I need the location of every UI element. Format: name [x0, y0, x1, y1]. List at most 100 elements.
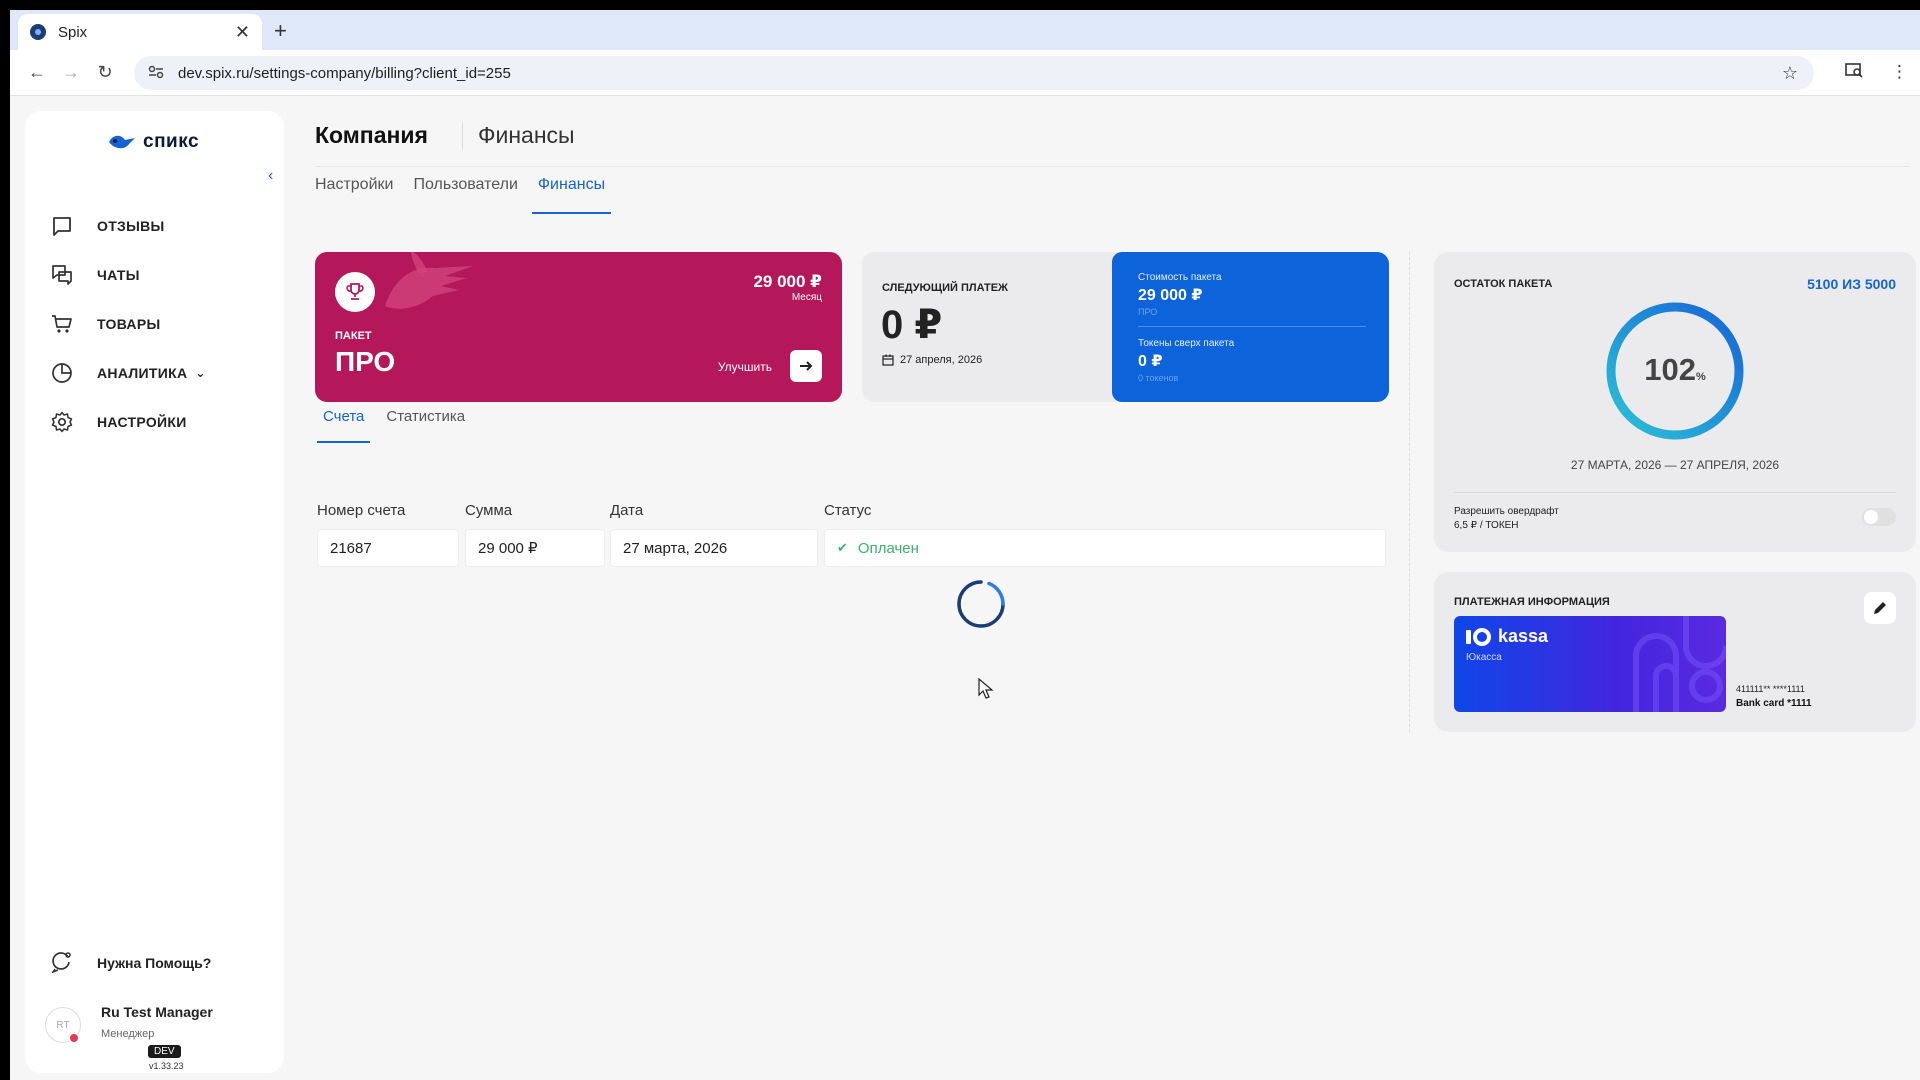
browser-menu-icon[interactable]: ⋮ [1891, 62, 1908, 83]
cost-value: 29 000 ₽ [1138, 287, 1203, 304]
company-tabs: Настройки Пользователи Финансы [315, 176, 625, 214]
sidebar-item-chats[interactable]: ЧАТЫ [50, 250, 206, 299]
new-tab-button[interactable]: + [274, 18, 287, 44]
balance-percent-value: 102 [1644, 352, 1696, 387]
tokens-value: 0 ₽ [1138, 353, 1163, 370]
browser-tab[interactable]: Spix ✕ [18, 14, 262, 50]
mouse-cursor-icon [978, 678, 994, 699]
user-role: Менеджер [101, 1028, 155, 1040]
cart-icon [50, 312, 74, 336]
page-subtitle: Финансы [478, 122, 575, 148]
tokens-sub: 0 токенов [1138, 373, 1179, 383]
chevron-down-icon: ⌄ [195, 365, 206, 380]
balance-count: 5100 ИЗ 5000 [1807, 276, 1896, 292]
tab-statistics[interactable]: Статистика [386, 408, 465, 443]
billing-subtabs: Счета Статистика [317, 408, 481, 443]
site-info-icon[interactable] [148, 65, 164, 82]
avatar-initials: RT [56, 1019, 70, 1031]
next-payment-date-text: 27 апреля, 2026 [900, 354, 983, 366]
invoice-number-cell[interactable]: 21687 [317, 529, 459, 567]
balance-percent: 102% [1604, 352, 1746, 388]
sidebar-item-label: ЧАТЫ [97, 266, 140, 283]
browser-toolbar: ← → ↻ dev.spix.ru/settings-company/billi… [10, 50, 1920, 96]
help-link[interactable]: Нужна Помощь? [50, 951, 211, 975]
tokens-label: Токены сверх пакета [1138, 338, 1235, 349]
tab-search-icon[interactable] [1845, 62, 1863, 83]
card-pattern-decoration [1633, 616, 1726, 712]
bird-logo-icon [109, 135, 135, 149]
pie-chart-icon [50, 361, 74, 385]
panel-notch [1118, 318, 1124, 330]
payment-card[interactable]: kassa Юкасса [1454, 616, 1726, 712]
payment-info-card: ПЛАТЕЖНАЯ ИНФОРМАЦИЯ kassa Юкасса 411111… [1434, 572, 1916, 732]
cost-section: Стоимость пакета 29 000 ₽ ПРО [1138, 272, 1222, 317]
provider-logo: kassa [1466, 626, 1548, 647]
tab-invoices[interactable]: Счета [317, 408, 371, 443]
support-icon [50, 951, 74, 975]
invoice-status-cell[interactable]: ✔ Оплачен [824, 529, 1386, 567]
user-profile[interactable]: RT Ru Test Manager Менеджер [45, 1004, 213, 1044]
sidebar-item-label: НАСТРОЙКИ [97, 413, 187, 430]
logo[interactable]: спикс [107, 131, 199, 153]
sidebar-item-products[interactable]: ТОВАРЫ [50, 299, 206, 348]
overdraft-price: 6,5 ₽ / ТОКЕН [1454, 520, 1519, 531]
bookmark-star-icon[interactable]: ☆ [1782, 63, 1798, 84]
next-payment-amount: 0 ₽ [881, 303, 943, 347]
favicon-icon [30, 24, 46, 40]
tab-users[interactable]: Пользователи [413, 176, 523, 214]
package-name: ПРО [335, 346, 396, 377]
package-period: Месяц [791, 292, 822, 303]
sidebar-item-reviews[interactable]: ОТЗЫВЫ [50, 201, 206, 250]
package-price: 29 000 ₽ [753, 272, 822, 291]
overdraft-toggle[interactable] [1862, 508, 1896, 526]
edit-payment-button[interactable] [1864, 592, 1896, 624]
next-payment-date: 27 апреля, 2026 [882, 354, 982, 366]
cost-label: Стоимость пакета [1138, 272, 1222, 283]
card-name: Bank card *1111 [1736, 698, 1812, 709]
column-divider [1409, 252, 1410, 732]
tab-finance[interactable]: Финансы [531, 176, 612, 214]
notification-dot [68, 1032, 80, 1044]
payment-info-label: ПЛАТЕЖНАЯ ИНФОРМАЦИЯ [1454, 596, 1610, 608]
balance-label: ОСТАТОК ПАКЕТА [1454, 278, 1553, 290]
loading-spinner-icon [957, 580, 1005, 628]
card-mask: 411111** ****1111 [1736, 684, 1805, 694]
check-icon: ✔ [837, 540, 848, 555]
chats-icon [50, 263, 74, 287]
main-content: Компания Финансы Настройки Пользователи … [304, 96, 1920, 1080]
balance-percent-sign: % [1695, 371, 1706, 383]
sidebar-item-analytics[interactable]: АНАЛИТИКА ⌄ [50, 348, 206, 397]
upgrade-button[interactable] [790, 350, 822, 382]
sidebar: спикс ‹ ОТЗЫВЫ ЧАТЫ ТОВАРЫ АНАЛИТИКА ⌄ Н… [25, 111, 284, 1073]
user-name: Ru Test Manager [101, 1004, 213, 1020]
sidebar-item-settings[interactable]: НАСТРОЙКИ [50, 397, 206, 446]
reload-icon[interactable]: ↻ [88, 62, 122, 83]
trophy-icon [335, 272, 375, 312]
package-label: ПАКЕТ [335, 330, 372, 342]
tokens-section: Токены сверх пакета 0 ₽ 0 токенов [1138, 338, 1234, 383]
next-payment-card: СЛЕДУЮЩИЙ ПЛАТЕЖ 0 ₽ 27 апреля, 2026 Сто… [862, 252, 1389, 402]
cost-divider [1138, 326, 1366, 327]
back-icon[interactable]: ← [20, 62, 54, 83]
overdraft-label: Разрешить овердрафт [1454, 506, 1559, 517]
balance-period: 27 МАРТА, 2026 — 27 АПРЕЛЯ, 2026 [1570, 458, 1780, 472]
env-badge: DEV [148, 1045, 181, 1058]
package-card: 29 000 ₽ Месяц ПАКЕТ ПРО Улучшить [315, 252, 842, 402]
forward-icon[interactable]: → [54, 62, 88, 83]
collapse-sidebar-icon[interactable]: ‹ [268, 167, 284, 185]
avatar: RT [45, 1007, 81, 1044]
title-divider [462, 122, 463, 150]
column-header-number: Номер счета [317, 502, 406, 519]
tab-title: Spix [58, 23, 88, 41]
url-text: dev.spix.ru/settings-company/billing?cli… [178, 64, 511, 82]
tab-strip: Spix ✕ + [10, 10, 1920, 50]
app-version: v1.33.23 [149, 1061, 184, 1071]
tab-close-icon[interactable]: ✕ [235, 22, 250, 43]
pencil-icon [1874, 602, 1886, 614]
invoice-sum-cell[interactable]: 29 000 ₽ [465, 529, 605, 567]
yookassa-logo-icon [1466, 627, 1491, 646]
browser-window: Spix ✕ + ← → ↻ dev.spix.ru/settings-comp… [10, 10, 1920, 1080]
tab-settings[interactable]: Настройки [315, 176, 399, 214]
invoice-date-cell[interactable]: 27 марта, 2026 [610, 529, 818, 567]
address-bar[interactable]: dev.spix.ru/settings-company/billing?cli… [134, 56, 1814, 90]
